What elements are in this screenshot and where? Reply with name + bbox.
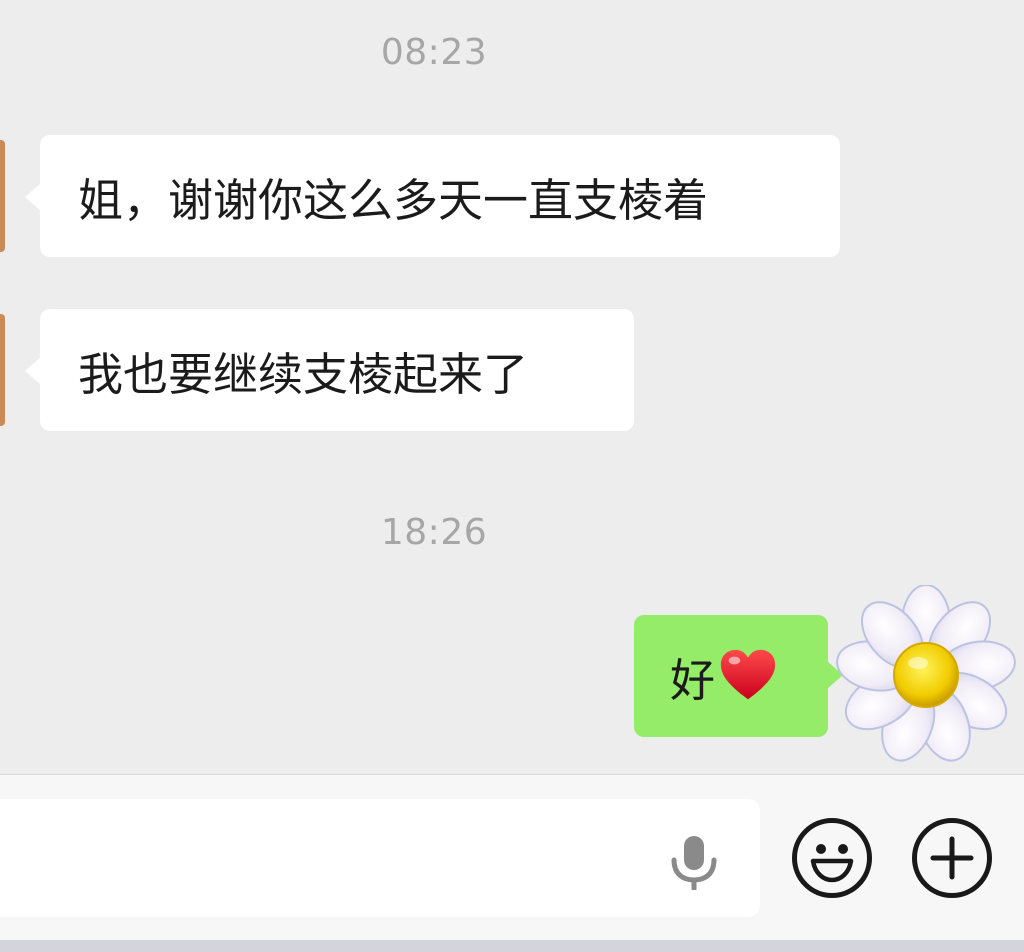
message-text-input[interactable] bbox=[0, 799, 760, 917]
daisy-flower-avatar[interactable] bbox=[830, 585, 1018, 767]
incoming-message-text: 姐，谢谢你这么多天一直支棱着 bbox=[78, 173, 709, 227]
home-indicator-strip bbox=[0, 940, 1024, 952]
heart-emoji-icon bbox=[720, 649, 776, 700]
chat-message-list[interactable]: 08:23 姐，谢谢你这么多天一直支棱着 我也要继续支棱起来了 18:26 好 bbox=[0, 0, 1024, 774]
contact-avatar[interactable] bbox=[0, 314, 5, 426]
emoji-button[interactable] bbox=[792, 818, 872, 898]
outgoing-message-bubble[interactable]: 好 bbox=[634, 615, 843, 737]
plus-icon bbox=[930, 836, 974, 880]
more-options-button[interactable] bbox=[912, 818, 992, 898]
outgoing-message-text: 好 bbox=[670, 653, 716, 707]
timestamp-1826: 18:26 bbox=[380, 512, 488, 553]
microphone-icon[interactable] bbox=[668, 834, 720, 890]
incoming-message-text: 我也要继续支棱起来了 bbox=[78, 347, 529, 401]
contact-avatar[interactable] bbox=[0, 140, 5, 252]
timestamp-0823: 08:23 bbox=[380, 32, 488, 73]
incoming-message-bubble[interactable]: 姐，谢谢你这么多天一直支棱着 bbox=[25, 135, 840, 257]
incoming-message-bubble[interactable]: 我也要继续支棱起来了 bbox=[25, 309, 634, 431]
emoji-smiley-icon bbox=[810, 844, 854, 883]
